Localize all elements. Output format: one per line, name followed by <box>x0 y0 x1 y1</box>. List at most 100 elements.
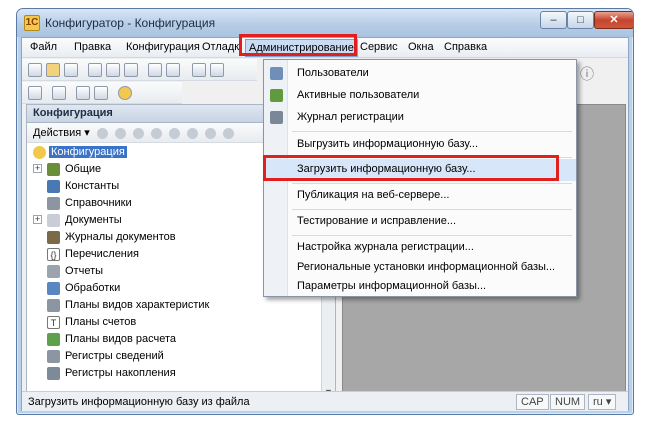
caps-indicator: CAP <box>516 394 549 410</box>
enum-icon: {} <box>47 248 60 261</box>
menu-administration[interactable]: Администрирование <box>245 39 358 57</box>
tree-item[interactable]: Регистры сведений <box>27 349 317 366</box>
tree-item-label: Справочники <box>65 197 132 209</box>
tree-item-label: Общие <box>65 163 102 175</box>
tree-item-label: Конфигурация <box>49 146 127 158</box>
window-title: Конфигуратор - Конфигурация <box>45 16 216 30</box>
tree-item[interactable]: T Планы счетов <box>27 315 317 332</box>
configurator-window: 1С Конфигуратор - Конфигурация – □ ✕ Фай… <box>16 8 634 415</box>
open-icon[interactable] <box>46 63 60 77</box>
menu-item-label: Параметры информационной базы... <box>297 280 487 292</box>
copy-item-icon[interactable] <box>132 127 144 139</box>
circle-yellow-icon <box>33 146 46 159</box>
debug-run-icon[interactable] <box>118 86 132 100</box>
accum-register-icon <box>47 367 60 380</box>
new-icon[interactable] <box>28 63 42 77</box>
tree-item-label: Отчеты <box>65 265 104 277</box>
info-register-icon <box>47 350 60 363</box>
menu-item-active-users[interactable]: Активные пользователи <box>264 85 576 107</box>
add-icon[interactable] <box>96 127 108 139</box>
menu-item-label: Настройка журнала регистрации... <box>297 241 474 253</box>
redo-icon[interactable] <box>210 63 224 77</box>
delete-icon[interactable] <box>151 127 163 139</box>
menu-item-users[interactable]: Пользователи <box>264 63 576 85</box>
actions-menu-button[interactable]: Действия ▾ <box>33 127 90 139</box>
processing-icon <box>47 282 60 295</box>
move-up-icon[interactable] <box>169 127 181 139</box>
maximize-button[interactable]: □ <box>567 11 594 29</box>
tree-item-label: Планы счетов <box>65 316 137 328</box>
toolbar-config <box>22 82 182 104</box>
menu-item-label: Публикация на веб-сервере... <box>297 189 450 201</box>
copy-icon[interactable] <box>106 63 120 77</box>
minimize-button[interactable]: – <box>540 11 567 29</box>
menu-item-log-settings[interactable]: Настройка журнала регистрации... <box>264 237 576 259</box>
help-icon[interactable]: ⓘ <box>580 64 594 84</box>
language-selector[interactable]: ru ▾ <box>588 394 617 410</box>
accounts-icon: T <box>47 316 60 329</box>
compare-icon[interactable] <box>94 86 108 100</box>
tree-item[interactable]: Планы видов расчета <box>27 332 317 349</box>
menu-item-test-repair[interactable]: Тестирование и исправление... <box>264 211 576 233</box>
menu-help[interactable]: Справка <box>444 41 487 53</box>
sort-icon[interactable] <box>205 127 217 139</box>
move-down-icon[interactable] <box>187 127 199 139</box>
menu-edit[interactable]: Правка <box>74 41 111 53</box>
tree-item-label: Документы <box>65 214 122 226</box>
menu-separator <box>292 183 572 184</box>
preview-icon[interactable] <box>166 63 180 77</box>
menu-item-web-publish[interactable]: Публикация на веб-сервере... <box>264 185 576 207</box>
tree-item-label: Обработки <box>65 282 121 294</box>
app-icon: 1С <box>24 15 40 31</box>
menu-item-dump-infobase[interactable]: Выгрузить информационную базу... <box>264 134 576 156</box>
calc-types-icon <box>47 333 60 346</box>
menu-separator <box>292 157 572 158</box>
db-config-icon[interactable] <box>76 86 90 100</box>
menu-separator <box>292 131 572 132</box>
menu-item-label: Пользователи <box>297 67 369 79</box>
title-bar: 1С Конфигуратор - Конфигурация – □ ✕ <box>17 9 633 37</box>
menu-item-label: Тестирование и исправление... <box>297 215 457 227</box>
tree-item-label: Планы видов характеристик <box>65 299 210 311</box>
users-icon <box>270 67 283 80</box>
menu-file[interactable]: Файл <box>30 41 57 53</box>
print-icon[interactable] <box>148 63 162 77</box>
menu-item-label: Журнал регистрации <box>297 111 404 123</box>
config-tree-icon[interactable] <box>28 86 42 100</box>
status-bar: Загрузить информационную базу из файла C… <box>22 391 628 411</box>
menu-item-infobase-params[interactable]: Параметры информационной базы... <box>264 276 576 298</box>
config-window-icon[interactable] <box>52 86 66 100</box>
menu-bar: Файл Правка Конфигурация Отладка Админис… <box>22 38 628 58</box>
journal-icon <box>47 231 60 244</box>
document-icon <box>47 214 60 227</box>
constant-icon <box>47 180 60 193</box>
tree-item-label: Планы видов расчета <box>65 333 177 345</box>
menu-service[interactable]: Сервис <box>360 41 398 53</box>
menu-item-label: Активные пользователи <box>297 89 420 101</box>
tree-item[interactable]: Планы видов характеристик <box>27 298 317 315</box>
filter-icon[interactable] <box>223 127 235 139</box>
edit-icon[interactable] <box>114 127 126 139</box>
tree-item-label: Перечисления <box>65 248 139 260</box>
menu-item-load-infobase[interactable]: Загрузить информационную базу... <box>264 159 576 181</box>
paste-icon[interactable] <box>124 63 138 77</box>
menu-configuration[interactable]: Конфигурация <box>126 41 200 53</box>
expand-icon[interactable]: + <box>33 215 42 224</box>
menu-separator <box>292 235 572 236</box>
undo-icon[interactable] <box>192 63 206 77</box>
num-indicator: NUM <box>550 394 586 410</box>
log-icon <box>270 111 283 124</box>
menu-item-label: Региональные установки информационной ба… <box>297 261 556 273</box>
save-icon[interactable] <box>64 63 78 77</box>
cut-icon[interactable] <box>88 63 102 77</box>
expand-icon[interactable]: + <box>33 164 42 173</box>
tree-item[interactable]: Регистры накопления <box>27 366 317 383</box>
menu-debug[interactable]: Отладка <box>202 41 242 53</box>
general-icon <box>47 163 60 176</box>
menu-windows[interactable]: Окна <box>408 41 434 53</box>
tree-item-label: Регистры сведений <box>65 350 164 362</box>
close-button[interactable]: ✕ <box>594 11 633 29</box>
menu-item-event-log[interactable]: Журнал регистрации <box>264 107 576 129</box>
toolbar-standard <box>22 59 257 81</box>
active-users-icon <box>270 89 283 102</box>
